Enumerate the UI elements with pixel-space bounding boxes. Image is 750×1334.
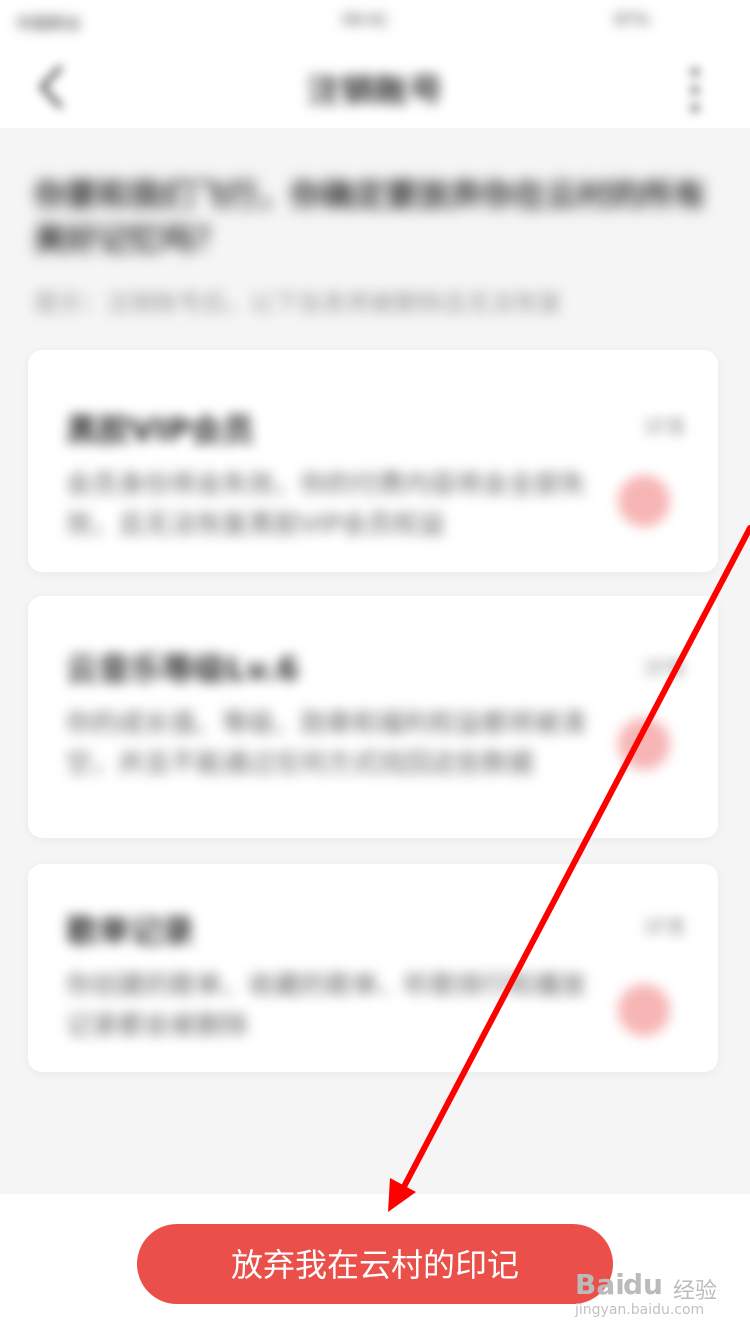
status-bar: 中国移动 09:41 97% — [0, 0, 750, 44]
time-text: 09:41 — [342, 10, 389, 29]
carrier-text: 中国移动 — [16, 14, 81, 32]
bottom-bar: 放弃我在云村的印记 — [0, 1194, 750, 1334]
card-status[interactable]: 详情 — [642, 910, 686, 942]
info-card[interactable]: 歌单记录 详情 你创建的歌单、收藏的歌单、听歌排行和播放记录都会被删除 — [28, 864, 718, 1072]
card-title: 歌单记录 — [66, 912, 195, 950]
card-description: 你的成长值、等级、勋章和福利权益都将被清空，并且不能通过任何方式找回这些数据 — [66, 709, 586, 779]
battery-text: 97% — [614, 10, 650, 29]
content-area: 你要和我们飞行，你确定要放弃你在云村的所有美好记忆吗？ 提示：注销账号后，以下信… — [0, 128, 750, 1194]
info-card[interactable]: 云音乐等级Lv.6 详情 你的成长值、等级、勋章和福利权益都将被清空，并且不能通… — [28, 596, 718, 838]
card-title: 云音乐等级Lv.6 — [66, 650, 300, 688]
info-card[interactable]: 黑胶VIP会员 详情 会员身份将会失效，你的付费内容将会全部失效，且无法恢复黑胶… — [28, 350, 718, 572]
chevron-left-icon — [39, 65, 63, 109]
level-icon — [618, 718, 670, 770]
card-status[interactable]: 详情 — [642, 651, 686, 683]
more-vertical-icon — [691, 68, 699, 112]
back-button[interactable] — [26, 62, 86, 112]
abandon-button[interactable]: 放弃我在云村的印记 — [137, 1224, 613, 1304]
card-description: 你创建的歌单、收藏的歌单、听歌排行和播放记录都会被删除 — [66, 971, 586, 1041]
card-title: 黑胶VIP会员 — [66, 411, 255, 449]
page-title: 注销账号 — [307, 72, 443, 104]
card-description: 会员身份将会失效，你的付费内容将会全部失效，且无法恢复黑胶VIP会员权益 — [66, 470, 586, 540]
card-status[interactable]: 详情 — [642, 410, 686, 442]
intro-heading: 你要和我们飞行，你确定要放弃你在云村的所有美好记忆吗？ — [34, 176, 707, 258]
nav-bar: 注销账号 — [0, 44, 750, 128]
more-button[interactable] — [680, 62, 710, 118]
intro-subheading: 提示：注销账号后，以下信息将被删除且无法恢复 — [34, 289, 562, 317]
heart-icon — [618, 984, 670, 1036]
vip-icon — [618, 475, 670, 527]
